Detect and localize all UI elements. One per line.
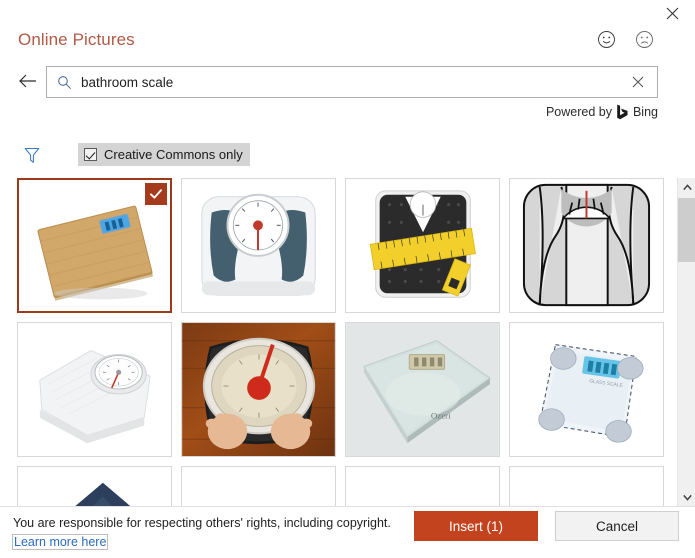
powered-by-attribution: Powered by Bing — [546, 104, 658, 120]
filter-row: Creative Commons only — [0, 143, 695, 169]
result-item-bamboo-glass-digital-scale[interactable] — [17, 178, 172, 313]
search-box[interactable] — [46, 66, 658, 98]
smiley-sad-icon — [635, 30, 653, 48]
chevron-down-icon — [682, 494, 692, 501]
thumbnail-image — [346, 467, 499, 506]
send-a-frown-button[interactable] — [633, 28, 655, 50]
back-arrow-icon — [19, 74, 36, 88]
search-icon — [57, 75, 71, 89]
chevron-up-icon — [682, 183, 692, 190]
results-scrollbar[interactable] — [677, 178, 695, 506]
dialog-header: Online Pictures — [0, 30, 695, 62]
image-results-grid: Ozeri GLASS SCALE — [17, 178, 674, 506]
scrollbar-thumb[interactable] — [678, 198, 695, 262]
thumbnail-image — [18, 467, 171, 506]
scrollbar-track[interactable] — [678, 196, 695, 488]
selected-check-badge — [145, 183, 167, 205]
creative-commons-filter[interactable]: Creative Commons only — [78, 143, 250, 166]
result-item-blank-partial[interactable] — [509, 466, 664, 506]
thumbnail-image — [18, 323, 171, 456]
svg-text:Ozeri: Ozeri — [431, 411, 451, 421]
thumbnail-image: GLASS SCALE — [510, 323, 663, 456]
result-item-black-scale-with-tape-measure[interactable] — [345, 178, 500, 313]
thumbnail-image — [182, 179, 335, 312]
search-icon-wrapper — [47, 75, 81, 90]
close-icon — [666, 7, 678, 19]
result-item-white-dial-analog-scale[interactable] — [181, 178, 336, 313]
clear-icon — [632, 76, 644, 88]
thumbnail-image — [182, 467, 335, 506]
result-item-navy-scale-partial[interactable] — [17, 466, 172, 506]
filter-button[interactable] — [22, 145, 42, 165]
clear-search-button[interactable] — [619, 67, 657, 97]
result-item-clear-glass-scale-cutout[interactable]: GLASS SCALE — [509, 322, 664, 457]
send-a-smile-button[interactable] — [595, 28, 617, 50]
thumbnail-image — [346, 179, 499, 312]
creative-commons-label: Creative Commons only — [104, 147, 243, 162]
feedback-icon-group — [595, 28, 655, 50]
search-row — [0, 66, 695, 100]
checkmark-icon — [150, 189, 162, 199]
thumbnail-image — [510, 467, 663, 506]
search-input[interactable] — [81, 67, 619, 97]
cancel-button[interactable]: Cancel — [555, 511, 679, 541]
copyright-notice-line2: copyright. — [336, 516, 391, 530]
result-item-white-scale-partial[interactable] — [181, 466, 336, 506]
insert-button[interactable]: Insert (1) — [414, 511, 538, 541]
copyright-notice: You are responsible for respecting other… — [11, 514, 403, 552]
thumbnail-image: Ozeri — [346, 323, 499, 456]
result-item-feet-on-vintage-scale[interactable] — [181, 322, 336, 457]
powered-by-text: Powered by — [545, 105, 612, 119]
result-item-glass-digital-scale-ozeri[interactable]: Ozeri — [345, 322, 500, 457]
title-bar — [0, 0, 695, 26]
scroll-down-button[interactable] — [678, 488, 695, 506]
result-item-white-analog-scale[interactable] — [17, 322, 172, 457]
results-area: Ozeri GLASS SCALE — [0, 178, 695, 506]
copyright-notice-line1: You are responsible for respecting other… — [13, 516, 334, 530]
bing-label: Bing — [632, 105, 658, 119]
thumbnail-image — [510, 179, 663, 312]
result-item-grey-scale-partial[interactable] — [345, 466, 500, 506]
page-title: Online Pictures — [18, 30, 135, 49]
result-item-line-drawing-scale[interactable] — [509, 178, 664, 313]
learn-more-link[interactable]: Learn more here — [11, 534, 109, 550]
creative-commons-checkbox[interactable] — [84, 148, 97, 161]
smiley-happy-icon — [597, 30, 615, 48]
close-button[interactable] — [649, 0, 695, 26]
thumbnail-image — [182, 323, 335, 456]
scroll-up-button[interactable] — [678, 178, 695, 196]
bing-logo-icon — [616, 104, 629, 120]
filter-funnel-icon — [24, 147, 40, 163]
back-button[interactable] — [16, 69, 40, 93]
